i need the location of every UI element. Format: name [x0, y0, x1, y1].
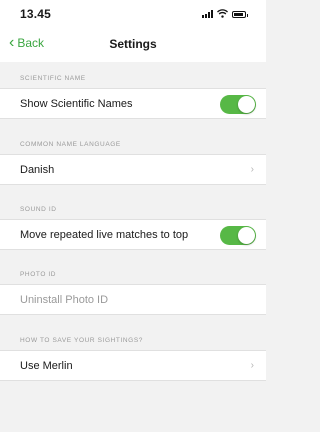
battery-icon	[232, 11, 248, 18]
chevron-right-icon: ›	[250, 360, 254, 371]
section-header-photo-id: PHOTO ID	[20, 271, 57, 278]
row-label: Uninstall Photo ID	[20, 294, 109, 306]
wifi-icon	[217, 9, 228, 18]
chevron-right-icon: ›	[250, 164, 254, 175]
section-header-scientific-name: SCIENTIFIC NAME	[20, 75, 86, 82]
row-uninstall-photo-id[interactable]: Uninstall Photo ID	[0, 284, 266, 315]
row-label: Show Scientific Names	[20, 98, 133, 110]
toggle-knob	[238, 96, 255, 113]
navigation-bar: ‹ Back Settings	[0, 26, 266, 62]
signal-icon	[202, 10, 213, 18]
section-header-sound-id: SOUND ID	[20, 206, 57, 213]
section-header-save-sightings: HOW TO SAVE YOUR SIGHTINGS?	[20, 337, 143, 344]
section-header-common-name-language: COMMON NAME LANGUAGE	[20, 141, 121, 148]
row-save-sightings[interactable]: Use Merlin ›	[0, 350, 266, 381]
status-bar: 13.45	[0, 0, 266, 26]
row-label: Danish	[20, 164, 55, 176]
row-label: Use Merlin	[20, 360, 73, 372]
move-repeated-matches-toggle[interactable]	[220, 226, 256, 245]
row-show-scientific-names[interactable]: Show Scientific Names	[0, 88, 266, 119]
show-scientific-names-toggle[interactable]	[220, 95, 256, 114]
row-common-name-language[interactable]: Danish ›	[0, 154, 266, 185]
page-title: Settings	[109, 37, 157, 51]
row-move-repeated-matches[interactable]: Move repeated live matches to top	[0, 219, 266, 250]
row-label: Move repeated live matches to top	[20, 229, 189, 241]
status-icons	[202, 9, 248, 18]
toggle-knob	[238, 227, 255, 244]
status-time: 13.45	[20, 7, 52, 21]
